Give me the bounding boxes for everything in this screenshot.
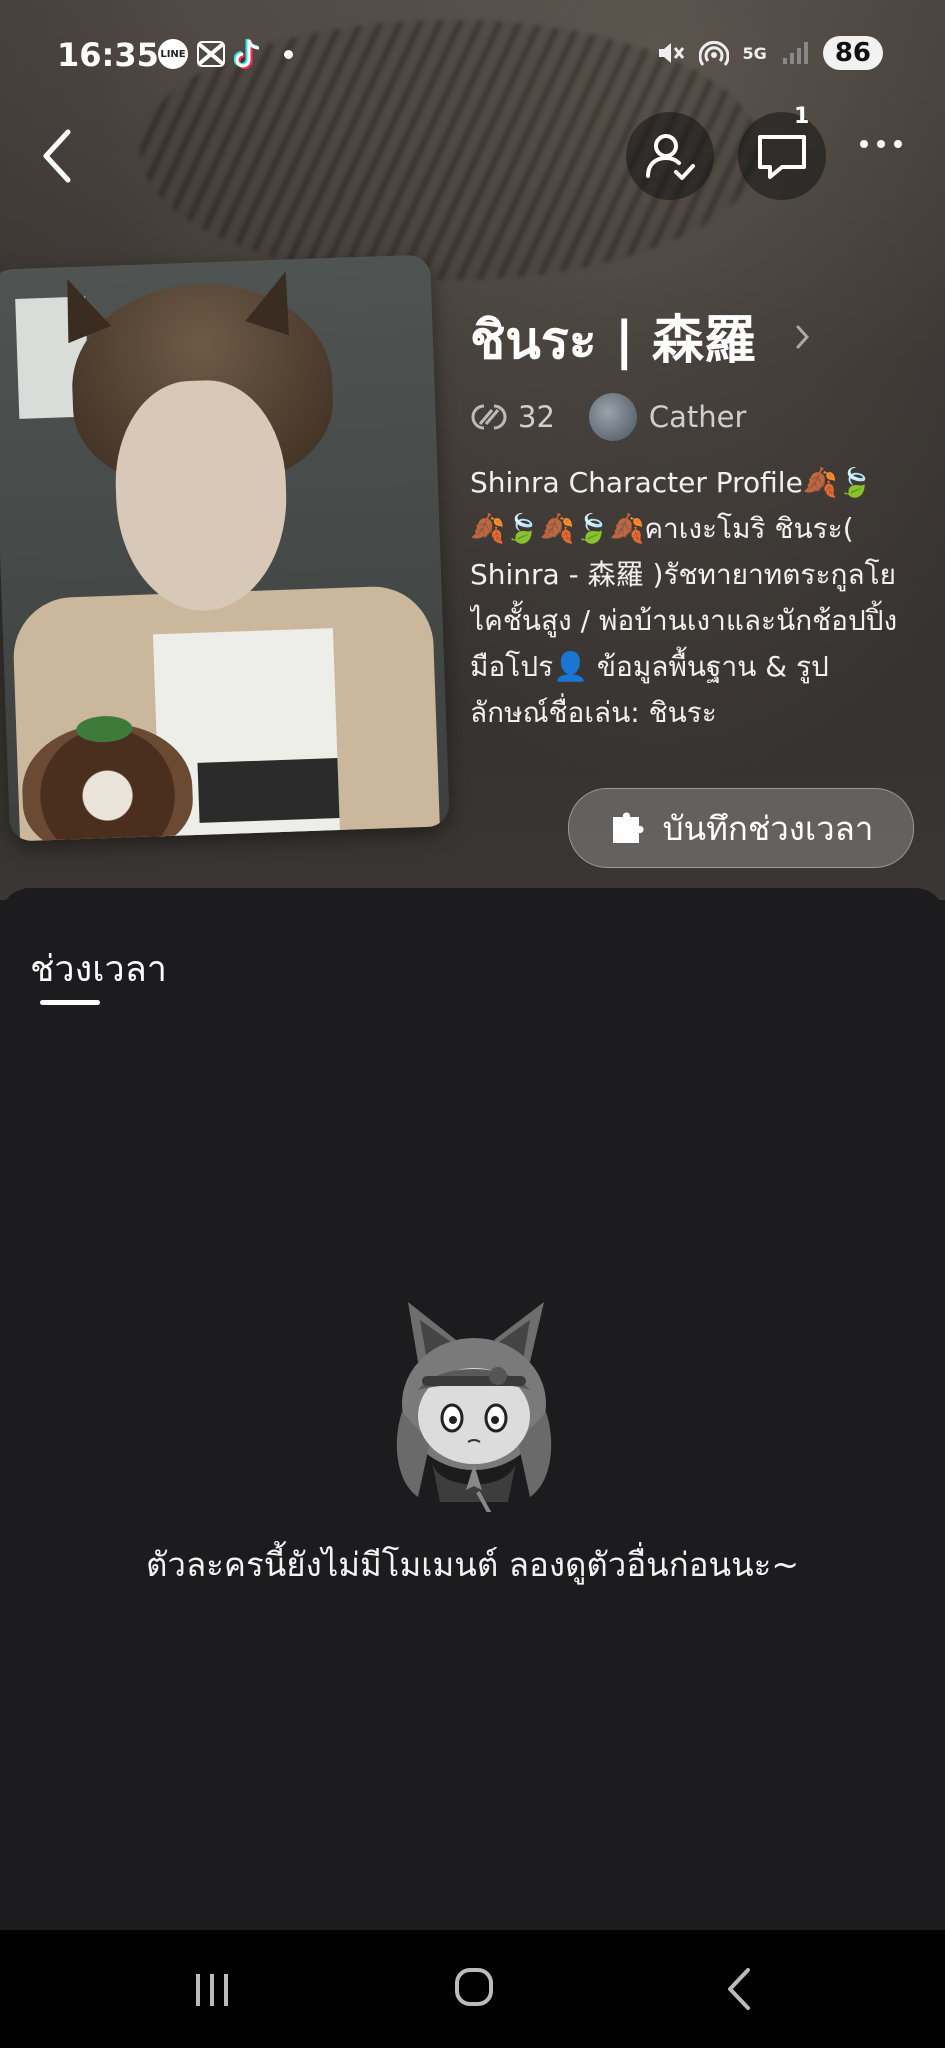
person-check-icon — [646, 134, 695, 180]
follow-button[interactable] — [626, 112, 714, 200]
record-moment-label: บันทึกช่วงเวลา — [662, 808, 874, 848]
battery-level: 86 — [822, 36, 883, 70]
chat-count-icon — [471, 404, 507, 430]
line-icon: LINE — [158, 39, 188, 69]
chat-button[interactable] — [738, 112, 826, 200]
chevron-right-icon[interactable] — [795, 322, 811, 352]
system-back-button[interactable] — [724, 1966, 754, 2012]
status-time: 16:35 — [57, 36, 159, 74]
recents-button[interactable] — [192, 1970, 232, 2010]
system-navigation-bar — [0, 1930, 945, 2048]
puzzle-icon — [612, 812, 644, 843]
system-indicators: 5G 86 — [655, 36, 883, 70]
more-dot — [877, 140, 885, 148]
moments-panel: ช่วงเวลา ตัวละครนี้ยังไม่มีโมเมนต์ ลองดู… — [0, 888, 945, 1930]
tab-moments[interactable]: ช่วงเวลา — [30, 940, 167, 997]
tiktok-icon — [234, 38, 260, 69]
tab-indicator — [40, 1000, 100, 1005]
chat-count: 32 — [518, 400, 555, 434]
creator-name[interactable]: Cather — [649, 400, 747, 434]
creator-avatar[interactable] — [588, 393, 637, 441]
chat-count-badge: 1 — [794, 104, 810, 129]
capcut-icon — [197, 41, 225, 67]
portrait-face — [112, 377, 291, 614]
back-button[interactable] — [38, 126, 78, 186]
more-dot — [894, 140, 902, 148]
empty-state-mascot-icon — [396, 1302, 552, 1512]
more-options-button[interactable] — [860, 140, 902, 148]
character-description[interactable]: Shinra Character Profile🍂🍃🍂🍃🍂🍃🍂คาเงะโมริ… — [470, 460, 900, 736]
character-name[interactable]: ชินระ | 森羅 — [470, 310, 756, 372]
signal-icon — [782, 42, 808, 64]
more-dots-icon — [860, 140, 868, 148]
network-type: 5G — [742, 43, 767, 63]
status-bar: 16:35 LINE 5G 86 — [0, 0, 945, 110]
mute-icon — [658, 43, 684, 63]
portrait-shirt-print — [197, 758, 340, 823]
notification-icons: LINE — [158, 38, 293, 70]
character-portrait[interactable] — [0, 254, 450, 842]
empty-state-message: ตัวละครนี้ยังไม่มีโมเมนต์ ลองดูตัวอื่นก่… — [145, 1545, 800, 1584]
more-notifications-dot — [284, 49, 293, 59]
character-stats: 32 Cather — [470, 393, 746, 441]
home-button[interactable] — [454, 1967, 494, 2007]
chat-bubble-icon — [758, 135, 806, 179]
hotspot-icon — [698, 40, 729, 66]
record-moment-button[interactable]: บันทึกช่วงเวลา — [568, 788, 914, 868]
